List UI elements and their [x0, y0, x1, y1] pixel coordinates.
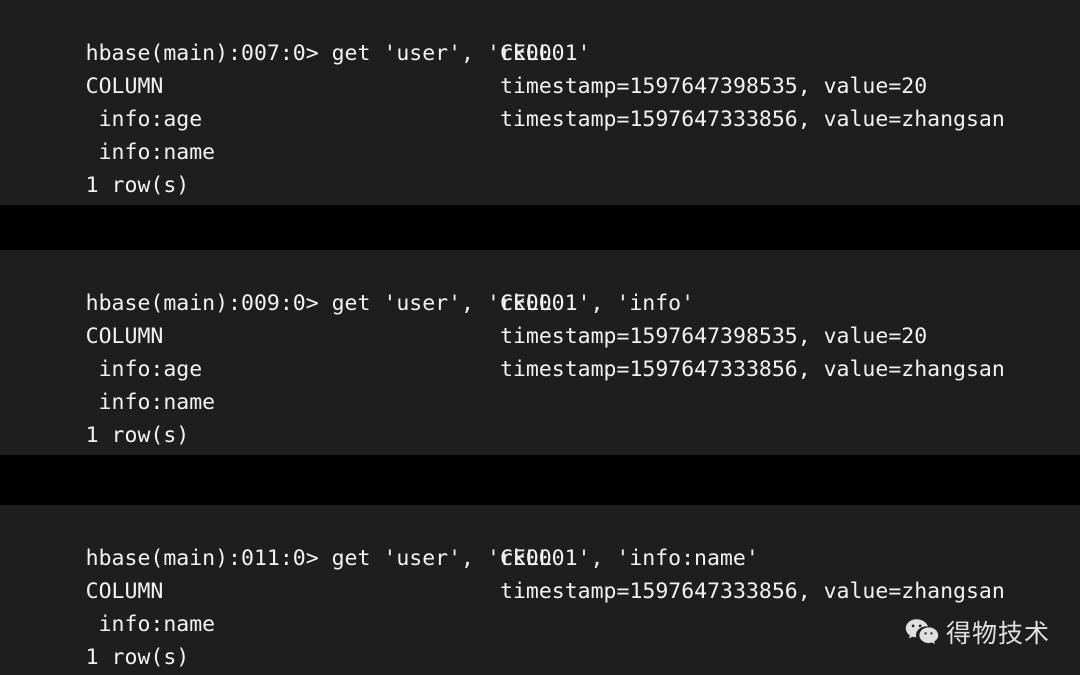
result-row: info:name timestamp=1597647333856, value…	[0, 575, 1080, 637]
result-cell-value: timestamp=1597647398535, value=20	[500, 324, 928, 349]
result-row: info:age timestamp=1597647398535, value=…	[0, 70, 1080, 132]
cell-header-label: CELL	[500, 546, 552, 571]
command-line: hbase(main):007:0> get 'user', 'rk0001'	[0, 4, 1080, 66]
result-row: info:name timestamp=1597647333856, value…	[0, 353, 1080, 415]
result-cell-value: timestamp=1597647398535, value=20	[500, 74, 928, 99]
row-count-line: 1 row(s)	[0, 136, 1080, 198]
row-count-line: 1 row(s)	[0, 608, 1080, 670]
took-line: Took 0.0229 seconds	[0, 419, 1080, 452]
block-separator	[0, 455, 1080, 505]
result-cell-value: timestamp=1597647333856, value=zhangsan	[500, 107, 1005, 132]
took-line: Took 0.0574 seconds	[0, 169, 1080, 202]
terminal-output-block: hbase(main):011:0> get 'user', 'rk0001',…	[0, 505, 1080, 675]
command-line: hbase(main):011:0> get 'user', 'rk0001',…	[0, 509, 1080, 571]
row-count-line: 1 row(s)	[0, 386, 1080, 448]
result-row: info:age timestamp=1597647398535, value=…	[0, 320, 1080, 382]
took-text: Took 0.0229 seconds	[86, 452, 332, 455]
results-header-row: COLUMN CELL	[0, 542, 1080, 604]
terminal-window[interactable]: hbase(main):007:0> get 'user', 'rk0001' …	[0, 0, 1080, 675]
result-cell-value: timestamp=1597647333856, value=zhangsan	[500, 579, 1005, 604]
cell-header-label: CELL	[500, 41, 552, 66]
terminal-output-block: hbase(main):007:0> get 'user', 'rk0001' …	[0, 0, 1080, 205]
result-row: info:name timestamp=1597647333856, value…	[0, 103, 1080, 165]
results-header-row: COLUMN CELL	[0, 287, 1080, 349]
took-text: Took 0.0574 seconds	[86, 202, 332, 205]
took-line: Took 0.0200 seconds	[0, 641, 1080, 674]
cell-header-label: CELL	[500, 291, 552, 316]
result-cell-value: timestamp=1597647333856, value=zhangsan	[500, 357, 1005, 382]
terminal-output-block: hbase(main):009:0> get 'user', 'rk0001',…	[0, 250, 1080, 455]
command-line: hbase(main):009:0> get 'user', 'rk0001',…	[0, 254, 1080, 316]
results-header-row: COLUMN CELL	[0, 37, 1080, 99]
block-separator	[0, 205, 1080, 250]
